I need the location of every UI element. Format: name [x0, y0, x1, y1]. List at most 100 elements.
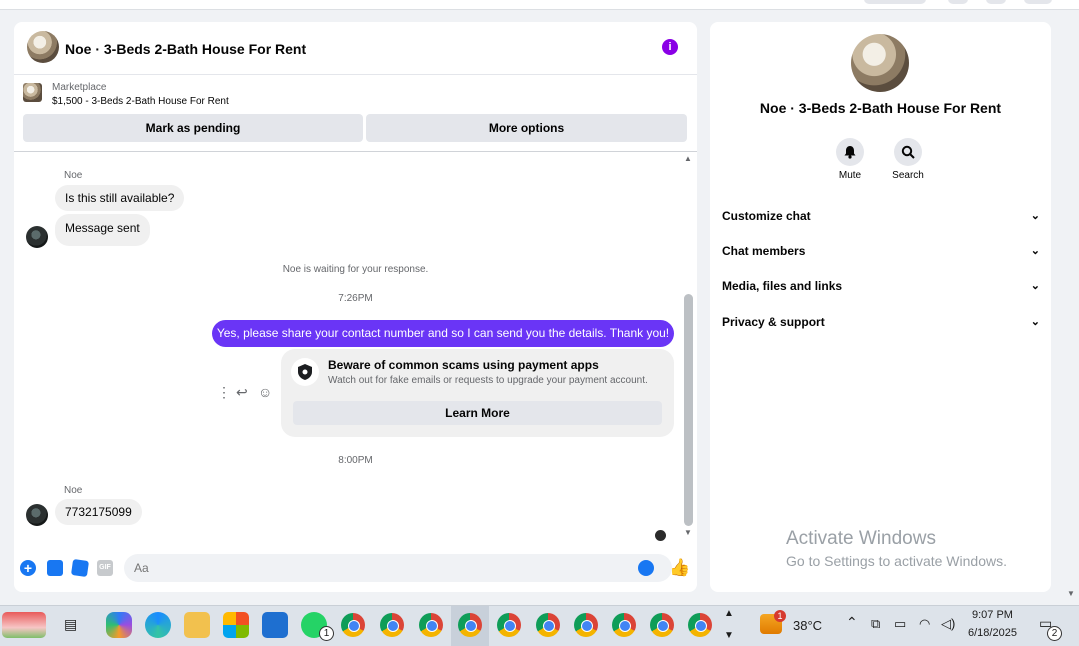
search-icon — [901, 145, 915, 159]
notification-count: 2 — [1047, 626, 1062, 641]
windows-taskbar: ▤ 1 ▲ ▼ 1 38°C ⌃ ⧉ ▭ ◠ ◁) 9:07 PM 6/18/2… — [0, 605, 1079, 646]
conversation-info-panel: Noe · 3-Beds 2-Bath House For Rent Mute … — [710, 22, 1051, 592]
message-input[interactable] — [124, 554, 672, 582]
chat-header: Noe · 3-Beds 2-Bath House For Rent i — [14, 22, 697, 75]
marketplace-listing[interactable]: Marketplace $1,500 - 3-Beds 2-Bath House… — [14, 75, 697, 111]
sender-avatar[interactable] — [26, 504, 48, 526]
top-button[interactable] — [864, 0, 926, 4]
sender-name: Noe — [64, 485, 83, 496]
scrollbar-thumb[interactable] — [684, 294, 693, 526]
scam-warning-card: Beware of common scams using payment app… — [281, 349, 674, 437]
listing-avatar-large[interactable] — [851, 34, 909, 92]
chat-panel: Noe · 3-Beds 2-Bath House For Rent i Mar… — [14, 22, 697, 592]
react-icon[interactable]: ☺ — [258, 384, 272, 400]
chrome-icon[interactable] — [341, 613, 365, 637]
task-view-icon[interactable]: ▤ — [64, 616, 77, 633]
learn-more-button[interactable]: Learn More — [293, 401, 662, 425]
bell-icon — [844, 146, 856, 159]
listing-thumbnail — [23, 83, 42, 102]
sticker-icon[interactable] — [70, 558, 90, 578]
clock-time[interactable]: 9:07 PM — [972, 609, 1013, 621]
shield-icon — [291, 358, 319, 386]
mute-label: Mute — [838, 170, 862, 181]
page-scroll-down-arrow[interactable]: ▼ — [1067, 589, 1075, 598]
incoming-message[interactable]: Message sent — [55, 214, 150, 246]
chrome-icon[interactable] — [497, 613, 521, 637]
section-chat-members[interactable]: Chat members ⌄ — [722, 244, 1040, 264]
browser-top-strip — [0, 0, 1079, 10]
chevron-down-icon: ⌄ — [1030, 316, 1040, 328]
section-label: Media, files and links — [722, 279, 843, 293]
gif-icon[interactable]: GIF — [97, 560, 113, 576]
store-icon[interactable] — [223, 612, 249, 638]
activate-windows-subtitle: Go to Settings to activate Windows. — [786, 553, 1007, 569]
weather-badge: 1 — [774, 610, 786, 622]
chrome-icon[interactable] — [688, 613, 712, 637]
message-composer: + GIF 👍 — [14, 550, 697, 590]
plus-icon[interactable]: + — [20, 560, 36, 576]
reply-icon[interactable]: ↩ — [236, 384, 248, 401]
mark-as-pending-button[interactable]: Mark as pending — [23, 114, 363, 142]
chrome-icon[interactable] — [419, 613, 443, 637]
volume-icon[interactable]: ◁) — [941, 616, 955, 632]
listing-avatar[interactable] — [27, 31, 59, 63]
section-media-files-links[interactable]: Media, files and links ⌄ — [722, 279, 1040, 299]
top-icon[interactable] — [948, 0, 968, 4]
emoji-icon[interactable] — [638, 560, 654, 576]
edge-icon[interactable] — [145, 612, 171, 638]
listing-price: $1,500 - 3-Beds 2-Bath House For Rent — [52, 96, 229, 107]
outgoing-message[interactable]: Yes, please share your contact number an… — [212, 320, 674, 347]
timestamp: 7:26PM — [338, 293, 373, 304]
temperature[interactable]: 38°C — [793, 618, 822, 633]
mail-icon[interactable] — [262, 612, 288, 638]
section-customize-chat[interactable]: Customize chat ⌄ — [722, 209, 1040, 229]
chat-title[interactable]: Noe · 3-Beds 2-Bath House For Rent — [65, 41, 306, 57]
tray-chevron-up-icon[interactable]: ⌃ — [846, 614, 858, 631]
chrome-icon[interactable] — [458, 613, 482, 637]
scam-subtitle: Watch out for fake emails or requests to… — [328, 375, 648, 386]
search-label: Search — [892, 170, 924, 181]
scroll-down-arrow[interactable]: ▼ — [684, 528, 692, 537]
section-label: Privacy & support — [722, 315, 825, 329]
chrome-icon[interactable] — [574, 613, 598, 637]
top-avatar[interactable] — [1024, 0, 1052, 4]
battery-icon[interactable]: ▭ — [894, 616, 906, 632]
file-explorer-icon[interactable] — [184, 612, 210, 638]
marketplace-label: Marketplace — [52, 82, 107, 93]
copilot-icon[interactable] — [106, 612, 132, 638]
chrome-icon[interactable] — [650, 613, 674, 637]
timestamp: 8:00PM — [338, 455, 373, 466]
sender-avatar[interactable] — [26, 226, 48, 248]
incoming-message[interactable]: 7732175099 — [55, 499, 142, 525]
widgets-icon[interactable] — [2, 612, 46, 638]
chevron-down-icon: ⌄ — [1030, 280, 1040, 292]
section-privacy-support[interactable]: Privacy & support ⌄ — [722, 315, 1040, 335]
scroll-up-arrow[interactable]: ▲ — [684, 154, 692, 163]
chevron-up-icon[interactable]: ▲ — [724, 608, 734, 619]
clock-date[interactable]: 6/18/2025 — [968, 627, 1017, 639]
chevron-down-icon: ⌄ — [1030, 210, 1040, 222]
info-title: Noe · 3-Beds 2-Bath House For Rent — [759, 100, 1002, 116]
divider — [14, 151, 697, 152]
chrome-icon[interactable] — [380, 613, 404, 637]
seen-indicator — [655, 530, 666, 541]
like-icon[interactable]: 👍 — [669, 558, 690, 578]
wifi-icon[interactable]: ◠ — [919, 616, 930, 632]
sender-name: Noe — [64, 170, 83, 181]
info-icon[interactable]: i — [662, 39, 678, 55]
chevron-down-icon[interactable]: ▼ — [724, 630, 734, 641]
photo-icon[interactable] — [47, 560, 63, 576]
more-icon[interactable]: ⋮ — [217, 384, 231, 401]
chrome-icon[interactable] — [536, 613, 560, 637]
activate-windows-title: Activate Windows — [786, 528, 936, 549]
chrome-icon[interactable] — [612, 613, 636, 637]
meet-icon[interactable]: ⧉ — [871, 616, 880, 632]
more-options-button[interactable]: More options — [366, 114, 687, 142]
chevron-down-icon: ⌄ — [1030, 245, 1040, 257]
top-icon[interactable] — [986, 0, 1006, 4]
search-button[interactable] — [894, 138, 922, 166]
mute-button[interactable] — [836, 138, 864, 166]
scam-title: Beware of common scams using payment app… — [328, 358, 599, 372]
incoming-message[interactable]: Is this still available? — [55, 185, 185, 211]
section-label: Customize chat — [722, 209, 811, 223]
